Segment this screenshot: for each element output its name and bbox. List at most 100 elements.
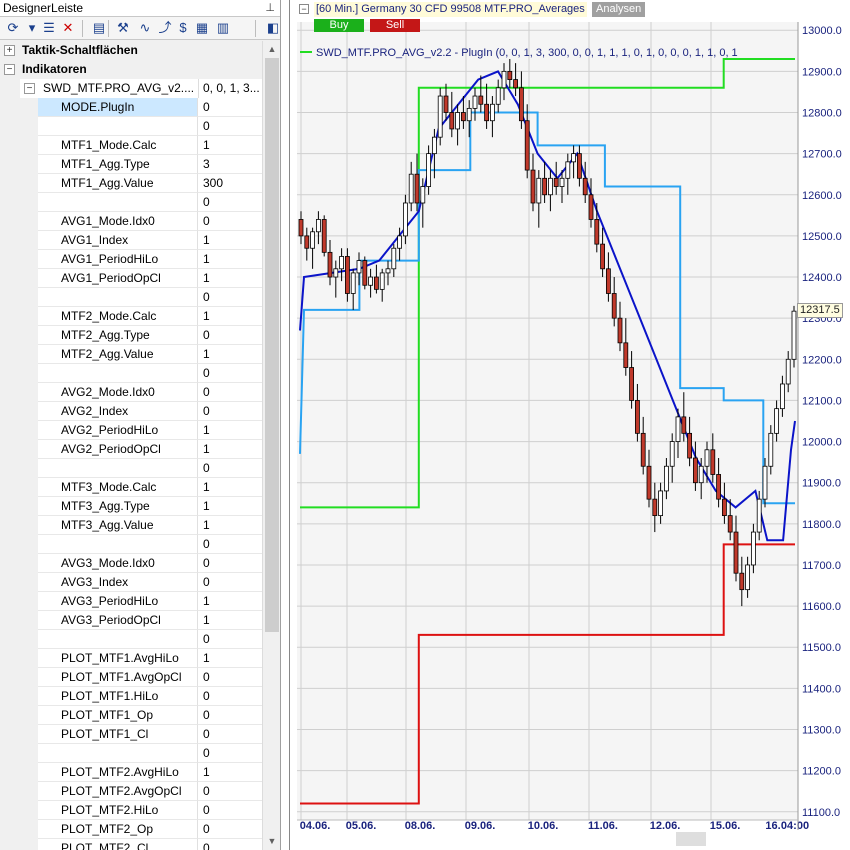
vertical-scrollbar[interactable]: ▲ ▼	[262, 41, 280, 850]
property-row[interactable]: 0	[0, 459, 262, 478]
property-value[interactable]: 0	[197, 326, 262, 345]
property-row[interactable]: MTF3_Mode.Calc 1	[0, 478, 262, 497]
property-value[interactable]: 0	[197, 364, 262, 383]
property-value[interactable]: 0	[197, 801, 262, 820]
property-value[interactable]: 1	[197, 763, 262, 782]
property-row[interactable]: PLOT_MTF1_Cl 0	[0, 725, 262, 744]
property-value[interactable]: 1	[197, 611, 262, 630]
property-row[interactable]: AVG1_PeriodOpCl 1	[0, 269, 262, 288]
property-row[interactable]: PLOT_MTF2.HiLo 0	[0, 801, 262, 820]
collapse-icon[interactable]: −	[24, 83, 35, 94]
property-row[interactable]: PLOT_MTF2_Cl 0	[0, 839, 262, 850]
property-row[interactable]: MTF2_Agg.Type 0	[0, 326, 262, 345]
property-value[interactable]: 0	[197, 687, 262, 706]
dropdown-arrow-icon[interactable]: ▾	[23, 19, 41, 37]
chart-grid-icon[interactable]: ▥	[214, 19, 232, 37]
property-value[interactable]: 0	[197, 98, 262, 117]
property-row[interactable]: 0	[0, 535, 262, 554]
property-value[interactable]: 0	[197, 744, 262, 763]
property-row[interactable]: AVG2_Mode.Idx0 0	[0, 383, 262, 402]
property-value[interactable]: 0	[197, 459, 262, 478]
property-row[interactable]: PLOT_MTF1.HiLo 0	[0, 687, 262, 706]
property-value[interactable]: 0	[197, 782, 262, 801]
property-value[interactable]: 1	[197, 516, 262, 535]
property-row[interactable]: 0	[0, 193, 262, 212]
property-row[interactable]: PLOT_MTF1_Op 0	[0, 706, 262, 725]
property-row[interactable]: AVG3_Mode.Idx0 0	[0, 554, 262, 573]
refresh-icon[interactable]: ⟳	[4, 19, 22, 37]
property-row[interactable]: AVG2_PeriodOpCl 1	[0, 440, 262, 459]
property-value[interactable]: 0	[197, 820, 262, 839]
property-row[interactable]: AVG1_PeriodHiLo 1	[0, 250, 262, 269]
property-row[interactable]: PLOT_MTF1.AvgHiLo 1	[0, 649, 262, 668]
category-indikatoren[interactable]: − Indikatoren	[0, 60, 262, 79]
dollar-icon[interactable]: $	[174, 19, 192, 37]
delete-icon[interactable]: ✕	[59, 19, 77, 37]
property-row[interactable]: AVG3_PeriodOpCl 1	[0, 611, 262, 630]
property-row[interactable]: PLOT_MTF1.AvgOpCl 0	[0, 668, 262, 687]
property-row[interactable]: MTF3_Agg.Type 1	[0, 497, 262, 516]
property-row[interactable]: PLOT_MTF2_Op 0	[0, 820, 262, 839]
property-value[interactable]: 0	[197, 668, 262, 687]
scroll-up-icon[interactable]: ▲	[263, 41, 280, 58]
property-value[interactable]: 1	[197, 307, 262, 326]
property-row[interactable]: AVG1_Mode.Idx0 0	[0, 212, 262, 231]
expand-icon[interactable]: +	[4, 45, 15, 56]
indicator-icon[interactable]: ∿	[136, 19, 154, 37]
property-row[interactable]: 0	[0, 288, 262, 307]
property-value[interactable]: 1	[197, 478, 262, 497]
tools-icon[interactable]: ⚒	[114, 19, 132, 37]
property-row[interactable]: PLOT_MTF2.AvgOpCl 0	[0, 782, 262, 801]
property-value[interactable]: 0	[197, 402, 262, 421]
property-value[interactable]: 0	[197, 706, 262, 725]
property-value[interactable]: 0	[197, 573, 262, 592]
property-row[interactable]: AVG2_Index 0	[0, 402, 262, 421]
property-value[interactable]: 1	[197, 649, 262, 668]
property-row[interactable]: PLOT_MTF2.AvgHiLo 1	[0, 763, 262, 782]
scrollbar-thumb[interactable]	[265, 58, 279, 632]
property-row[interactable]: 0	[0, 364, 262, 383]
property-value[interactable]: 3	[197, 155, 262, 174]
pin-icon[interactable]: ⊥	[265, 0, 275, 16]
property-row[interactable]: MODE.PlugIn 0	[0, 98, 262, 117]
scroll-down-icon[interactable]: ▼	[263, 833, 280, 850]
list-icon[interactable]: ☰	[40, 19, 58, 37]
property-value[interactable]: 300	[197, 174, 262, 193]
property-value[interactable]: 0	[197, 725, 262, 744]
property-value[interactable]: 1	[197, 592, 262, 611]
property-row[interactable]: 0	[0, 630, 262, 649]
property-value[interactable]: 0	[197, 212, 262, 231]
trend-line-icon[interactable]: ⤴	[156, 19, 174, 37]
property-value[interactable]: 1	[197, 497, 262, 516]
analysen-tab[interactable]: Analysen	[592, 2, 646, 17]
property-value[interactable]: 0	[197, 630, 262, 649]
property-value[interactable]: 1	[197, 345, 262, 364]
property-value[interactable]: 1	[197, 440, 262, 459]
collapse-icon[interactable]: −	[299, 4, 309, 14]
price-chart[interactable]: 13000.0 12900.0 12800.0 12700.0 12600.0 12500…	[290, 0, 850, 850]
property-value[interactable]: 1	[197, 231, 262, 250]
property-row[interactable]: MTF3_Agg.Value 1	[0, 516, 262, 535]
category-taktik[interactable]: + Taktik-Schaltflächen	[0, 41, 262, 60]
property-value[interactable]: 0	[197, 193, 262, 212]
indicator-node[interactable]: − SWD_MTF.PRO_AVG_v2.... 0, 0, 1, 3...	[0, 79, 262, 98]
buy-button[interactable]: Buy	[314, 19, 364, 32]
property-value[interactable]: 1	[197, 421, 262, 440]
property-row[interactable]: AVG3_Index 0	[0, 573, 262, 592]
property-value[interactable]: 0	[197, 839, 262, 850]
property-value[interactable]: 0	[197, 554, 262, 573]
horizontal-scroll-thumb[interactable]	[676, 832, 706, 846]
property-row[interactable]: MTF1_Agg.Value 300	[0, 174, 262, 193]
property-row[interactable]: AVG3_PeriodHiLo 1	[0, 592, 262, 611]
sell-button[interactable]: Sell	[370, 19, 420, 32]
properties-icon[interactable]: ▤	[90, 19, 108, 37]
property-row[interactable]: 0	[0, 744, 262, 763]
property-row[interactable]: AVG2_PeriodHiLo 1	[0, 421, 262, 440]
property-row[interactable]: MTF1_Mode.Calc 1	[0, 136, 262, 155]
property-row[interactable]: 0	[0, 117, 262, 136]
property-value[interactable]: 0	[197, 383, 262, 402]
property-value[interactable]: 0	[197, 288, 262, 307]
property-value[interactable]: 1	[197, 136, 262, 155]
grid-icon[interactable]: ▦	[193, 19, 211, 37]
collapse-icon[interactable]: −	[4, 64, 15, 75]
